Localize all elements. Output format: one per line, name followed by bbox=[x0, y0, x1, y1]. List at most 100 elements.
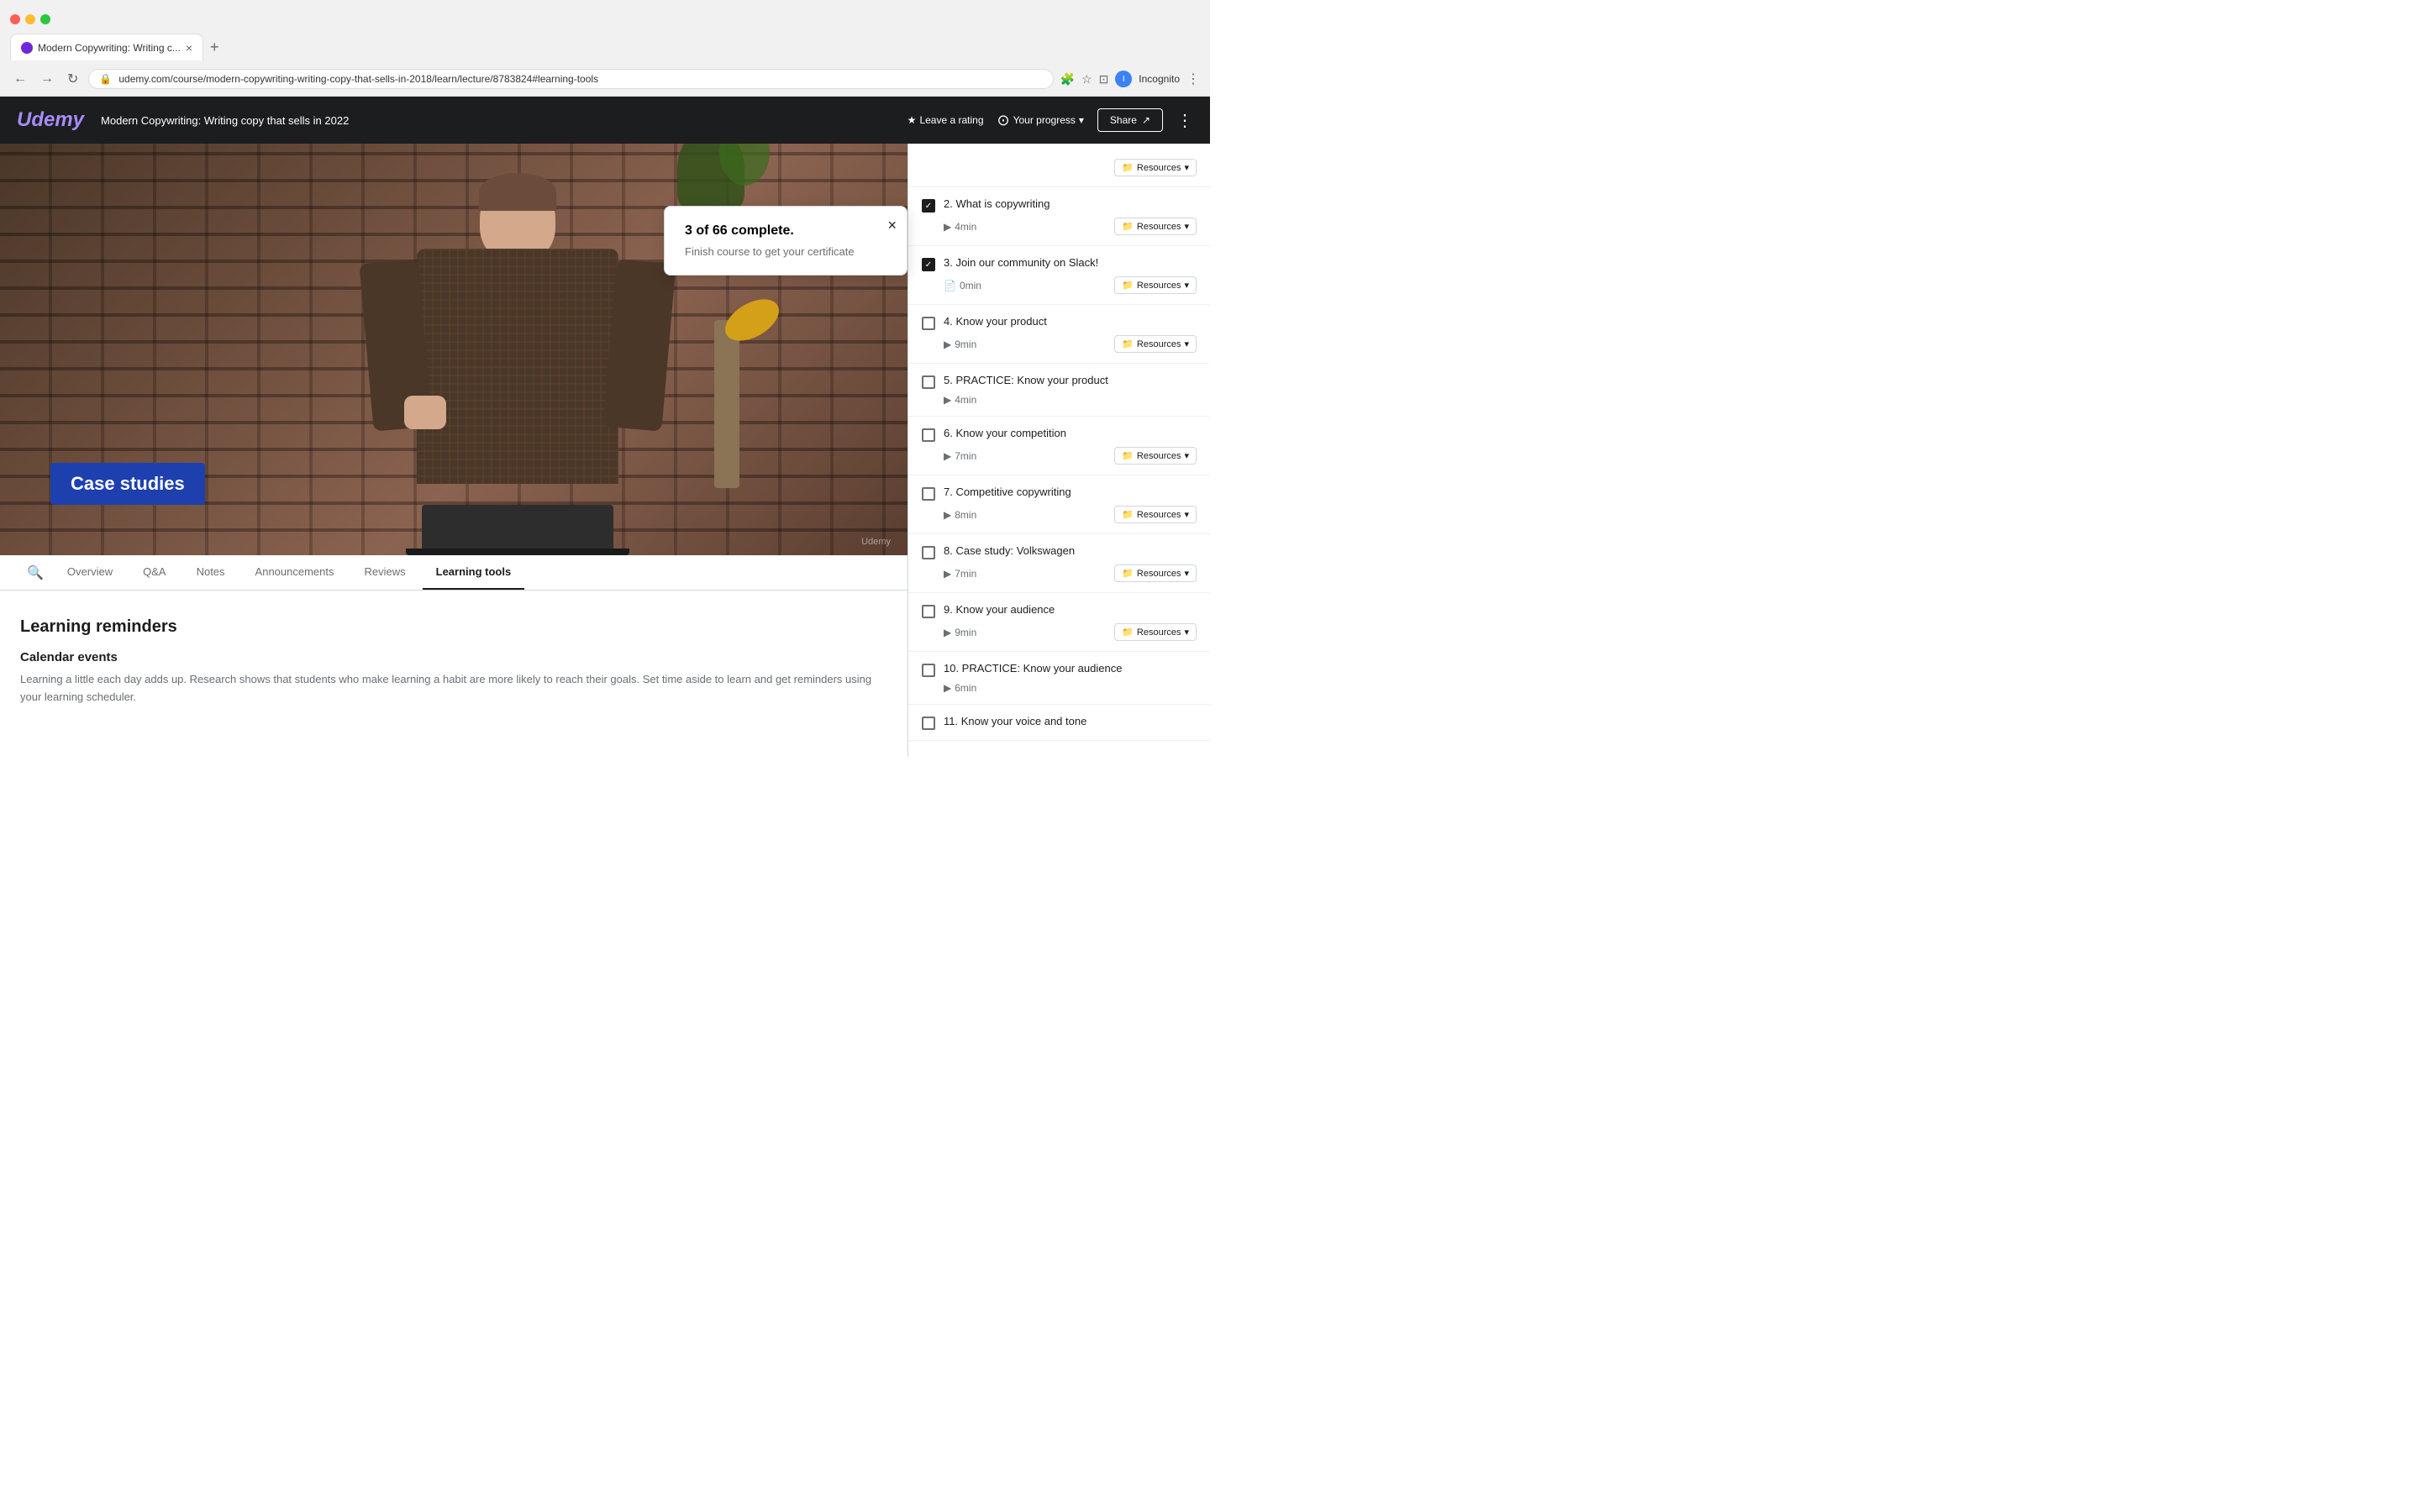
item-duration-9: ▶ 9min bbox=[944, 627, 976, 638]
extensions-icon[interactable]: 🧩 bbox=[1060, 72, 1075, 87]
item-title-2: 2. What is copywriting bbox=[944, 197, 1197, 210]
chevron-down-icon: ▾ bbox=[1079, 114, 1084, 126]
item-title-8: 8. Case study: Volkswagen bbox=[944, 544, 1197, 557]
play-icon-8: ▶ bbox=[944, 568, 951, 580]
folder-icon-3: 📁 bbox=[1122, 280, 1134, 291]
more-browser-icon[interactable]: ⋮ bbox=[1186, 71, 1200, 87]
new-tab-button[interactable]: + bbox=[203, 39, 226, 56]
sidebar-item-partial: 📁 Resources ▾ bbox=[908, 144, 1210, 187]
resources-button-3[interactable]: 📁 Resources ▾ bbox=[1114, 276, 1197, 294]
video-watermark: Udemy bbox=[861, 537, 891, 547]
more-options-button[interactable]: ⋮ bbox=[1176, 110, 1193, 131]
item-duration-5: ▶ 4min bbox=[944, 394, 976, 406]
checkbox-2[interactable] bbox=[922, 199, 935, 213]
resources-button-6[interactable]: 📁 Resources ▾ bbox=[1114, 447, 1197, 465]
checkbox-7[interactable] bbox=[922, 487, 935, 501]
section2-title: Calendar events bbox=[20, 650, 887, 664]
sidebar-item-6: 6. Know your competition ▶ 7min 📁 Resour… bbox=[908, 417, 1210, 475]
doc-icon-3: 📄 bbox=[944, 280, 956, 291]
udemy-app: Udemy Modern Copywriting: Writing copy t… bbox=[0, 97, 1210, 757]
tab-learning-tools[interactable]: Learning tools bbox=[423, 555, 525, 590]
item-title-11: 11. Know your voice and tone bbox=[944, 715, 1197, 727]
tab-qa[interactable]: Q&A bbox=[129, 555, 179, 590]
dropdown-icon-4: ▾ bbox=[1184, 339, 1189, 349]
reload-button[interactable]: ↻ bbox=[64, 67, 82, 91]
browser-chrome: Modern Copywriting: Writing c... × + ← →… bbox=[0, 0, 1210, 97]
item-duration-7: ▶ 8min bbox=[944, 509, 976, 521]
checkbox-4[interactable] bbox=[922, 317, 935, 330]
item-duration-3: 📄 0min bbox=[944, 280, 981, 291]
tab-announcements[interactable]: Announcements bbox=[242, 555, 348, 590]
sidebar-item-3: 3. Join our community on Slack! 📄 0min 📁… bbox=[908, 246, 1210, 305]
tab-title: Modern Copywriting: Writing c... bbox=[38, 42, 181, 54]
share-button[interactable]: Share ↗ bbox=[1097, 108, 1163, 132]
main-layout: Case studies Udemy 🔍 Overview Q&A Notes … bbox=[0, 144, 1210, 757]
resources-button-7[interactable]: 📁 Resources ▾ bbox=[1114, 506, 1197, 523]
item-title-10: 10. PRACTICE: Know your audience bbox=[944, 662, 1197, 675]
sidebar-item-5: 5. PRACTICE: Know your product ▶ 4min bbox=[908, 364, 1210, 417]
dropdown-icon-9: ▾ bbox=[1184, 627, 1189, 638]
profile-icon[interactable]: I bbox=[1115, 71, 1132, 87]
sidebar-item-10: 10. PRACTICE: Know your audience ▶ 6min bbox=[908, 652, 1210, 705]
maximize-traffic-light[interactable] bbox=[40, 14, 50, 24]
forward-button[interactable]: → bbox=[37, 68, 57, 90]
star-icon: ★ bbox=[908, 114, 917, 126]
resources-button-2[interactable]: 📁 Resources ▾ bbox=[1114, 218, 1197, 235]
search-button[interactable]: 🔍 bbox=[20, 558, 50, 588]
folder-icon-4: 📁 bbox=[1122, 339, 1134, 349]
item-title-5: 5. PRACTICE: Know your product bbox=[944, 374, 1197, 386]
item-title-3: 3. Join our community on Slack! bbox=[944, 256, 1197, 269]
item-duration-10: ▶ 6min bbox=[944, 682, 976, 694]
tab-navigation: 🔍 Overview Q&A Notes Announcements Revie… bbox=[0, 555, 908, 591]
folder-icon-2: 📁 bbox=[1122, 221, 1134, 232]
tab-notes[interactable]: Notes bbox=[183, 555, 239, 590]
checkbox-10[interactable] bbox=[922, 664, 935, 677]
item-title-7: 7. Competitive copywriting bbox=[944, 486, 1197, 498]
item-duration-8: ▶ 7min bbox=[944, 568, 976, 580]
checkbox-5[interactable] bbox=[922, 375, 935, 389]
your-progress-button[interactable]: ⊙ Your progress ▾ bbox=[997, 112, 1084, 129]
url-text: udemy.com/course/modern-copywriting-writ… bbox=[118, 73, 1042, 85]
tab-reviews[interactable]: Reviews bbox=[351, 555, 419, 590]
active-tab[interactable]: Modern Copywriting: Writing c... × bbox=[10, 34, 203, 60]
content-area: Learning reminders Calendar events Learn… bbox=[0, 591, 908, 757]
tab-overview[interactable]: Overview bbox=[54, 555, 126, 590]
dropdown-icon-partial: ▾ bbox=[1184, 162, 1189, 173]
sidebar-item-7: 7. Competitive copywriting ▶ 8min 📁 Reso… bbox=[908, 475, 1210, 534]
udemy-logo[interactable]: Udemy bbox=[17, 108, 84, 132]
progress-popup-close[interactable]: × bbox=[887, 217, 897, 234]
minimize-traffic-light[interactable] bbox=[25, 14, 35, 24]
resources-button-8[interactable]: 📁 Resources ▾ bbox=[1114, 564, 1197, 582]
resources-button-9[interactable]: 📁 Resources ▾ bbox=[1114, 623, 1197, 641]
progress-popup: × 3 of 66 complete. Finish course to get… bbox=[664, 206, 908, 276]
checkbox-6[interactable] bbox=[922, 428, 935, 442]
tab-favicon bbox=[21, 42, 33, 54]
tab-search-icon[interactable]: ⊡ bbox=[1099, 72, 1109, 87]
item-duration-6: ▶ 7min bbox=[944, 450, 976, 462]
play-icon-4: ▶ bbox=[944, 339, 951, 350]
section1-title: Learning reminders bbox=[20, 617, 887, 637]
dropdown-icon-8: ▾ bbox=[1184, 568, 1189, 579]
dropdown-icon-7: ▾ bbox=[1184, 509, 1189, 520]
browser-icons: 🧩 ☆ ⊡ I Incognito ⋮ bbox=[1060, 71, 1200, 87]
progress-popup-title: 3 of 66 complete. bbox=[685, 223, 886, 239]
folder-icon-9: 📁 bbox=[1122, 627, 1134, 638]
dropdown-icon-3: ▾ bbox=[1184, 280, 1189, 291]
bookmark-icon[interactable]: ☆ bbox=[1081, 72, 1092, 87]
back-button[interactable]: ← bbox=[10, 68, 30, 90]
checkbox-8[interactable] bbox=[922, 546, 935, 559]
item-duration-4: ▶ 9min bbox=[944, 339, 976, 350]
course-title: Modern Copywriting: Writing copy that se… bbox=[101, 114, 891, 127]
checkbox-11[interactable] bbox=[922, 717, 935, 730]
play-icon-7: ▶ bbox=[944, 509, 951, 521]
url-bar[interactable]: 🔒 udemy.com/course/modern-copywriting-wr… bbox=[88, 69, 1053, 89]
close-traffic-light[interactable] bbox=[10, 14, 20, 24]
resources-button-partial[interactable]: 📁 Resources ▾ bbox=[1114, 159, 1197, 176]
header-actions: ★ Leave a rating ⊙ Your progress ▾ Share… bbox=[908, 108, 1193, 132]
sidebar-item-2: 2. What is copywriting ▶ 4min 📁 Resource… bbox=[908, 187, 1210, 246]
checkbox-3[interactable] bbox=[922, 258, 935, 271]
leave-rating-button[interactable]: ★ Leave a rating bbox=[908, 114, 984, 126]
checkbox-9[interactable] bbox=[922, 605, 935, 618]
tab-close-button[interactable]: × bbox=[186, 41, 192, 55]
resources-button-4[interactable]: 📁 Resources ▾ bbox=[1114, 335, 1197, 353]
